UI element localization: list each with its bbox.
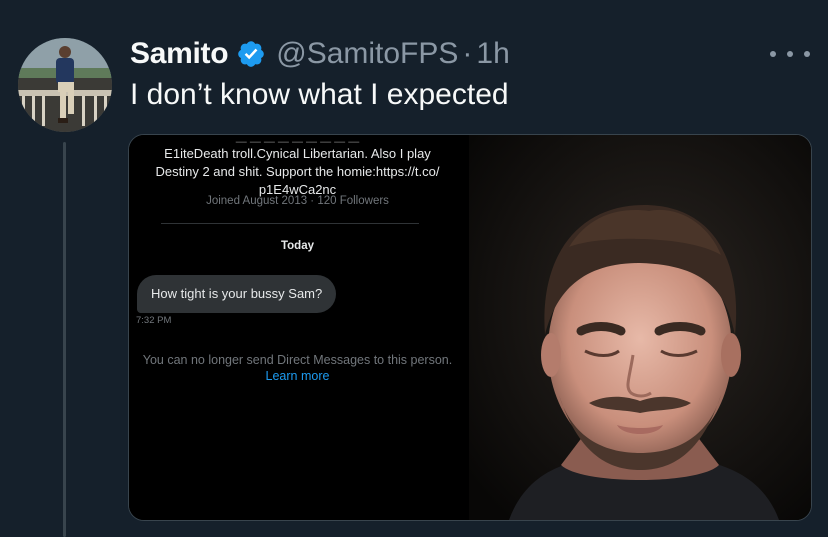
selfie-photo[interactable]	[469, 135, 811, 520]
more-dot	[770, 51, 776, 57]
message-time: 7:32 PM	[136, 315, 172, 326]
handle[interactable]: @SamitoFPS	[276, 37, 458, 71]
dm-disabled-notice: You can no longer send Direct Messages t…	[142, 353, 453, 367]
selfie-image	[469, 135, 811, 520]
message-bubble: How tight is your bussy Sam?	[137, 275, 337, 313]
dm-screenshot-image[interactable]: — — — — — — — — — E1iteDeath troll.Cynic…	[129, 135, 466, 520]
tweet-header: Samito @SamitoFPS · 1h	[130, 34, 510, 74]
learn-more-link: Learn more	[265, 369, 330, 383]
avatar[interactable]	[18, 38, 112, 132]
bio-line: E1iteDeath troll.Cynical Libertarian. Al…	[164, 146, 431, 161]
joined-info: Joined August 2013 · 120 Followers	[206, 195, 389, 207]
more-dot	[787, 51, 793, 57]
media-container[interactable]: — — — — — — — — — E1iteDeath troll.Cynic…	[128, 134, 812, 521]
more-dot	[804, 51, 810, 57]
tweet: Samito @SamitoFPS · 1h I don’t know what…	[0, 0, 828, 537]
divider	[161, 223, 419, 224]
verified-badge-icon	[236, 39, 266, 69]
display-name[interactable]: Samito	[130, 37, 229, 71]
day-label: Today	[280, 240, 314, 252]
profile-bio: — — — — — — — — — E1iteDeath troll.Cynic…	[129, 139, 466, 199]
timestamp[interactable]: 1h	[476, 37, 509, 71]
separator-dot: ·	[462, 37, 473, 70]
tweet-text: I don’t know what I expected	[130, 78, 509, 111]
thread-line	[63, 142, 66, 537]
more-options-icon[interactable]	[770, 44, 810, 64]
bio-line: Destiny 2 and shit. Support the homie:ht…	[155, 164, 440, 179]
avatar-image	[18, 38, 112, 132]
